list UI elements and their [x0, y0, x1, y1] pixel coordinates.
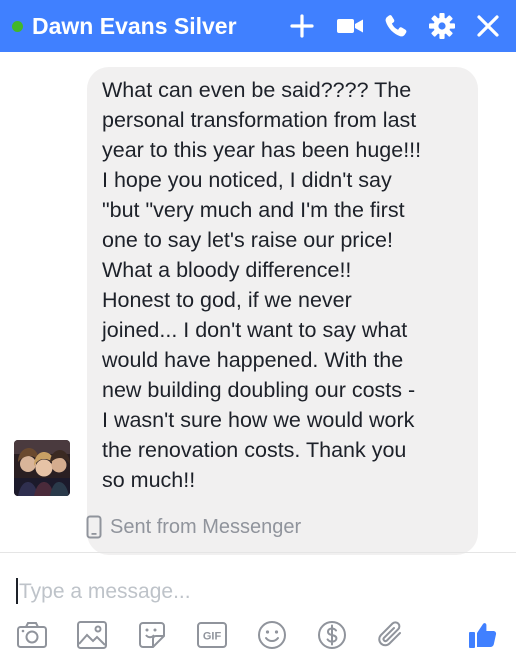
- gif-icon[interactable]: GIF: [194, 617, 230, 653]
- avatar[interactable]: [14, 440, 70, 496]
- sticker-icon[interactable]: [134, 617, 170, 653]
- gif-label: GIF: [203, 631, 222, 643]
- gear-icon[interactable]: [426, 10, 458, 42]
- close-icon[interactable]: [472, 10, 504, 42]
- video-camera-icon[interactable]: [334, 10, 366, 42]
- sent-from-label: Sent from Messenger: [86, 514, 301, 540]
- camera-icon[interactable]: [14, 617, 50, 653]
- phone-icon[interactable]: [380, 10, 412, 42]
- like-icon[interactable]: [465, 617, 501, 653]
- message-thread: What can even be said???? The personal t…: [0, 52, 516, 555]
- sent-from-text: Sent from Messenger: [110, 515, 302, 538]
- composer-divider: [0, 552, 516, 553]
- message-bubble: What can even be said???? The personal t…: [87, 67, 478, 555]
- message-input[interactable]: Type a message...: [14, 576, 494, 608]
- image-icon[interactable]: [74, 617, 110, 653]
- plus-icon[interactable]: [286, 10, 318, 42]
- online-status-dot: [12, 21, 23, 32]
- contact-name[interactable]: Dawn Evans Silver: [32, 12, 237, 40]
- chat-header: Dawn Evans Silver: [0, 0, 516, 52]
- message-placeholder: Type a message...: [19, 580, 191, 603]
- mobile-phone-icon: [86, 515, 102, 539]
- emoji-icon[interactable]: [254, 617, 290, 653]
- payment-icon[interactable]: [314, 617, 350, 653]
- text-cursor: [16, 578, 18, 604]
- attachment-icon[interactable]: [373, 617, 409, 653]
